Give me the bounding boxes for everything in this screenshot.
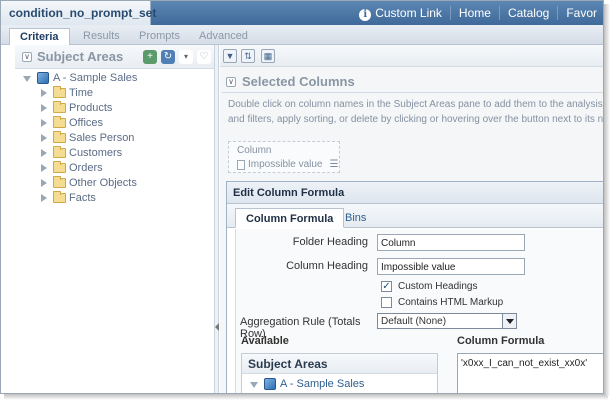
info-icon: i: [359, 8, 372, 21]
folder-icon: [53, 86, 66, 98]
folder-icon: [53, 176, 66, 188]
collapsed-icon[interactable]: [41, 89, 47, 97]
folder-heading-input[interactable]: [377, 234, 525, 251]
window-shadow-right: [604, 4, 610, 396]
collapsed-icon[interactable]: [41, 194, 47, 202]
tree-folder-other-objects[interactable]: Other Objects: [15, 176, 214, 191]
aggregation-rule-select[interactable]: Default (None): [377, 313, 517, 329]
html-markup-label: Contains HTML Markup: [398, 297, 504, 308]
folder-icon: [53, 116, 66, 128]
folder-icon: [53, 101, 66, 113]
tab-column-formula[interactable]: Column Formula: [235, 208, 345, 228]
collapse-icon[interactable]: ∨: [22, 52, 32, 62]
filter-icon[interactable]: ▼: [223, 49, 237, 63]
available-tree-root[interactable]: A - Sample Sales: [242, 377, 437, 392]
tab-results[interactable]: Results: [73, 28, 130, 45]
tree-folder-sales-person[interactable]: Sales Person: [15, 131, 214, 146]
folder-icon: [53, 131, 66, 143]
favorites-icon[interactable]: ♡: [197, 50, 211, 64]
custom-link[interactable]: i Custom Link: [351, 6, 450, 21]
tree-root[interactable]: A - Sample Sales: [15, 71, 214, 86]
dialog-title: Edit Column Formula: [227, 182, 603, 204]
tree-folder-customers[interactable]: Customers: [15, 146, 214, 161]
subject-areas-toolbar: + ↻ ▾ ♡: [143, 50, 211, 64]
instructions-text: Double click on column names in the Subj…: [228, 99, 604, 125]
available-label: Available: [241, 335, 289, 347]
pane-splitter[interactable]: [215, 45, 219, 393]
tree-folder-orders[interactable]: Orders: [15, 161, 214, 176]
chevron-down-icon[interactable]: ▾: [179, 50, 193, 64]
column-heading-label: Column Heading: [286, 260, 368, 272]
add-subject-area-icon[interactable]: +: [143, 50, 157, 64]
tab-bins[interactable]: Bins: [335, 208, 376, 228]
column-formula-label: Column Formula: [457, 335, 545, 347]
subject-areas-title: Subject Areas: [37, 49, 124, 64]
chevron-down-icon[interactable]: [502, 314, 516, 328]
custom-headings-label: Custom Headings: [398, 281, 478, 292]
analysis-tabs: Criteria Results Prompts Advanced: [1, 25, 603, 45]
app-window: condition_no_prompt_set i Custom Link Hom…: [0, 0, 604, 394]
column-icon: [237, 159, 245, 170]
column-heading-input[interactable]: [377, 258, 525, 275]
sort-icon[interactable]: ⇅: [241, 49, 255, 63]
custom-headings-checkbox[interactable]: ✓: [381, 281, 392, 292]
expanded-icon[interactable]: [250, 382, 258, 388]
home-link[interactable]: Home: [449, 6, 499, 20]
header-links: i Custom Link Home Catalog Favor: [351, 1, 603, 25]
available-subject-areas-header: Subject Areas: [242, 354, 437, 374]
folder-icon: [53, 146, 66, 158]
window-shadow-bottom: [4, 394, 608, 400]
column-folder-name: Column: [237, 145, 272, 156]
folder-icon: [53, 161, 66, 173]
column-heading: Impossible value: [248, 159, 323, 170]
subject-area-icon: [264, 378, 276, 390]
tree-folder-products[interactable]: Products: [15, 101, 214, 116]
document-tab[interactable]: condition_no_prompt_set: [1, 1, 156, 25]
selected-column-item[interactable]: Column Impossible value ☰: [228, 141, 340, 173]
column-formula-editor[interactable]: 'x0xx_I_can_not_exist_xx0x': [457, 353, 603, 393]
column-options-icon[interactable]: ☰: [329, 159, 338, 170]
subject-areas-pane: ∨ Subject Areas + ↻ ▾ ♡ A - Sample Sales…: [15, 45, 215, 393]
collapsed-icon[interactable]: [41, 179, 47, 187]
tab-criteria[interactable]: Criteria: [9, 28, 70, 45]
top-bar: condition_no_prompt_set i Custom Link Hom…: [1, 1, 603, 25]
tree-folder-facts[interactable]: Facts: [15, 191, 214, 206]
folder-icon: [53, 191, 66, 203]
tree-folder-time[interactable]: Time: [15, 86, 214, 101]
catalog-link[interactable]: Catalog: [498, 6, 557, 20]
collapsed-icon[interactable]: [41, 164, 47, 172]
collapse-icon[interactable]: ∨: [226, 77, 236, 87]
criteria-toolbar: ▼ ⇅ ▦: [220, 45, 603, 67]
available-subject-areas: Subject Areas A - Sample Sales: [241, 353, 438, 393]
refresh-icon[interactable]: ↻: [161, 50, 175, 64]
subject-area-tree: A - Sample Sales Time Products Offices S: [15, 69, 214, 206]
subject-areas-header: ∨ Subject Areas + ↻ ▾ ♡: [15, 45, 214, 69]
expanded-icon[interactable]: [23, 76, 31, 82]
collapsed-icon[interactable]: [41, 149, 47, 157]
selected-columns-pane: ▼ ⇅ ▦ ∨ Selected Columns Double click on…: [220, 45, 604, 393]
collapsed-icon[interactable]: [41, 134, 47, 142]
dialog-tabs: Column Formula Bins: [227, 204, 603, 228]
edit-column-formula-dialog: Edit Column Formula Column Formula Bins …: [226, 181, 603, 393]
tab-advanced[interactable]: Advanced: [189, 28, 258, 45]
selected-columns-header: ∨ Selected Columns: [222, 71, 603, 93]
selected-columns-title: Selected Columns: [242, 74, 355, 89]
collapsed-icon[interactable]: [41, 104, 47, 112]
tab-prompts[interactable]: Prompts: [129, 28, 190, 45]
collapsed-icon[interactable]: [41, 119, 47, 127]
column-properties-icon[interactable]: ▦: [261, 49, 275, 63]
tree-folder-offices[interactable]: Offices: [15, 116, 214, 131]
favorites-link[interactable]: Favor: [557, 6, 603, 20]
subject-area-icon: [37, 72, 49, 84]
html-markup-checkbox[interactable]: [381, 297, 392, 308]
dialog-body: Folder Heading Column Heading ✓ Custom H…: [235, 229, 603, 393]
folder-heading-label: Folder Heading: [292, 236, 368, 248]
collapse-left-icon[interactable]: [215, 323, 219, 331]
